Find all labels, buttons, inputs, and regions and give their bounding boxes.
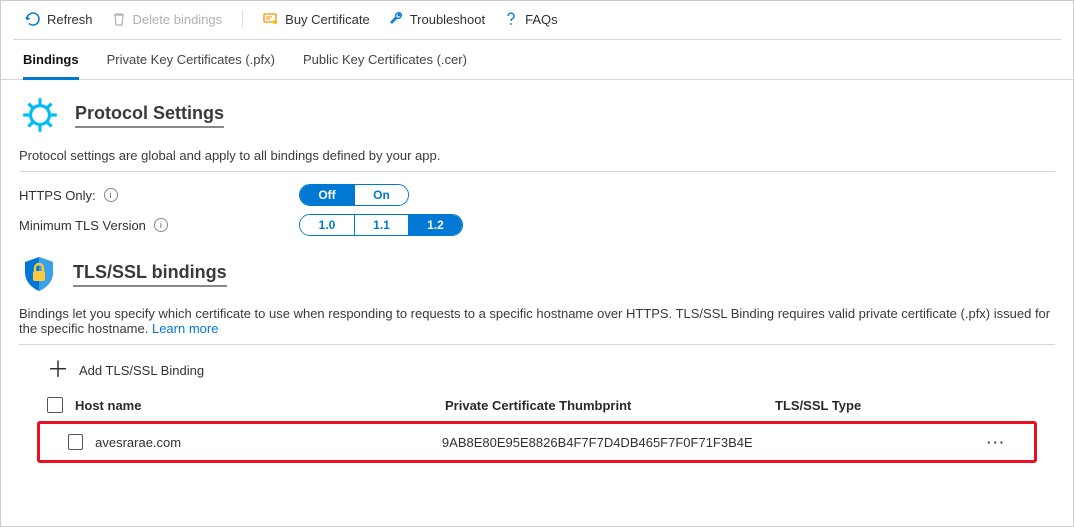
toolbar-divider [242, 10, 243, 28]
faqs-button[interactable]: FAQs [497, 9, 564, 29]
learn-more-link[interactable]: Learn more [152, 321, 218, 336]
question-icon [503, 11, 519, 27]
ssl-bindings-desc: Bindings let you specify which certifica… [19, 306, 1055, 336]
toolbar-separator [13, 39, 1061, 40]
gear-icon [19, 94, 61, 136]
refresh-button[interactable]: Refresh [19, 9, 99, 29]
min-tls-label: Minimum TLS Version [19, 218, 146, 233]
table-row[interactable]: avesrarae.com 9AB8E80E95E8826B4F7F7D4DB4… [40, 424, 1034, 460]
tls-11[interactable]: 1.1 [354, 215, 408, 235]
add-binding-label: Add TLS/SSL Binding [79, 363, 204, 378]
wrench-icon [388, 11, 404, 27]
top-toolbar: Refresh Delete bindings Buy Certificate … [1, 1, 1073, 39]
protocol-settings-title: Protocol Settings [75, 103, 224, 128]
table-header: Host name Private Certificate Thumbprint… [19, 391, 1055, 419]
https-only-label: HTTPS Only: [19, 188, 96, 203]
https-only-toggle[interactable]: Off On [299, 184, 409, 206]
tls-12[interactable]: 1.2 [408, 215, 462, 235]
row-more-button[interactable]: ··· [987, 435, 1006, 450]
delete-bindings-label: Delete bindings [133, 12, 223, 27]
binding-row-highlight: avesrarae.com 9AB8E80E95E8826B4F7F7D4DB4… [37, 421, 1037, 463]
delete-bindings-button: Delete bindings [105, 9, 229, 29]
row-checkbox[interactable] [68, 434, 83, 450]
refresh-icon [25, 11, 41, 27]
col-host[interactable]: Host name [75, 398, 445, 413]
row-thumb: 9AB8E80E95E8826B4F7F7D4DB465F7F0F71F3B4E [442, 435, 753, 450]
buy-certificate-label: Buy Certificate [285, 12, 370, 27]
tab-bindings[interactable]: Bindings [23, 46, 79, 80]
troubleshoot-label: Troubleshoot [410, 12, 485, 27]
buy-certificate-button[interactable]: Buy Certificate [257, 9, 376, 29]
https-only-off[interactable]: Off [300, 185, 354, 205]
info-icon[interactable]: i [104, 188, 118, 202]
protocol-settings-section: Protocol Settings Protocol settings are … [1, 80, 1073, 236]
row-host: avesrarae.com [95, 435, 442, 450]
ssl-bindings-section: TLS/SSL bindings Bindings let you specif… [1, 236, 1073, 463]
troubleshoot-button[interactable]: Troubleshoot [382, 9, 491, 29]
tabs: Bindings Private Key Certificates (.pfx)… [1, 46, 1073, 80]
select-all-checkbox[interactable] [47, 397, 63, 413]
protocol-settings-desc: Protocol settings are global and apply t… [19, 148, 1055, 163]
plus-icon: ＋ [47, 359, 69, 381]
trash-icon [111, 11, 127, 27]
col-type[interactable]: TLS/SSL Type [775, 398, 1025, 413]
shield-lock-icon [19, 254, 59, 294]
tab-pfx[interactable]: Private Key Certificates (.pfx) [107, 46, 275, 79]
tab-cer[interactable]: Public Key Certificates (.cer) [303, 46, 467, 79]
info-icon[interactable]: i [154, 218, 168, 232]
add-binding-button[interactable]: ＋ Add TLS/SSL Binding [19, 345, 1055, 391]
faqs-label: FAQs [525, 12, 558, 27]
min-tls-toggle[interactable]: 1.0 1.1 1.2 [299, 214, 463, 236]
https-only-on[interactable]: On [354, 185, 408, 205]
refresh-label: Refresh [47, 12, 93, 27]
tls-10[interactable]: 1.0 [300, 215, 354, 235]
ssl-bindings-title: TLS/SSL bindings [73, 262, 227, 287]
certificate-icon [263, 11, 279, 27]
col-thumb[interactable]: Private Certificate Thumbprint [445, 398, 775, 413]
